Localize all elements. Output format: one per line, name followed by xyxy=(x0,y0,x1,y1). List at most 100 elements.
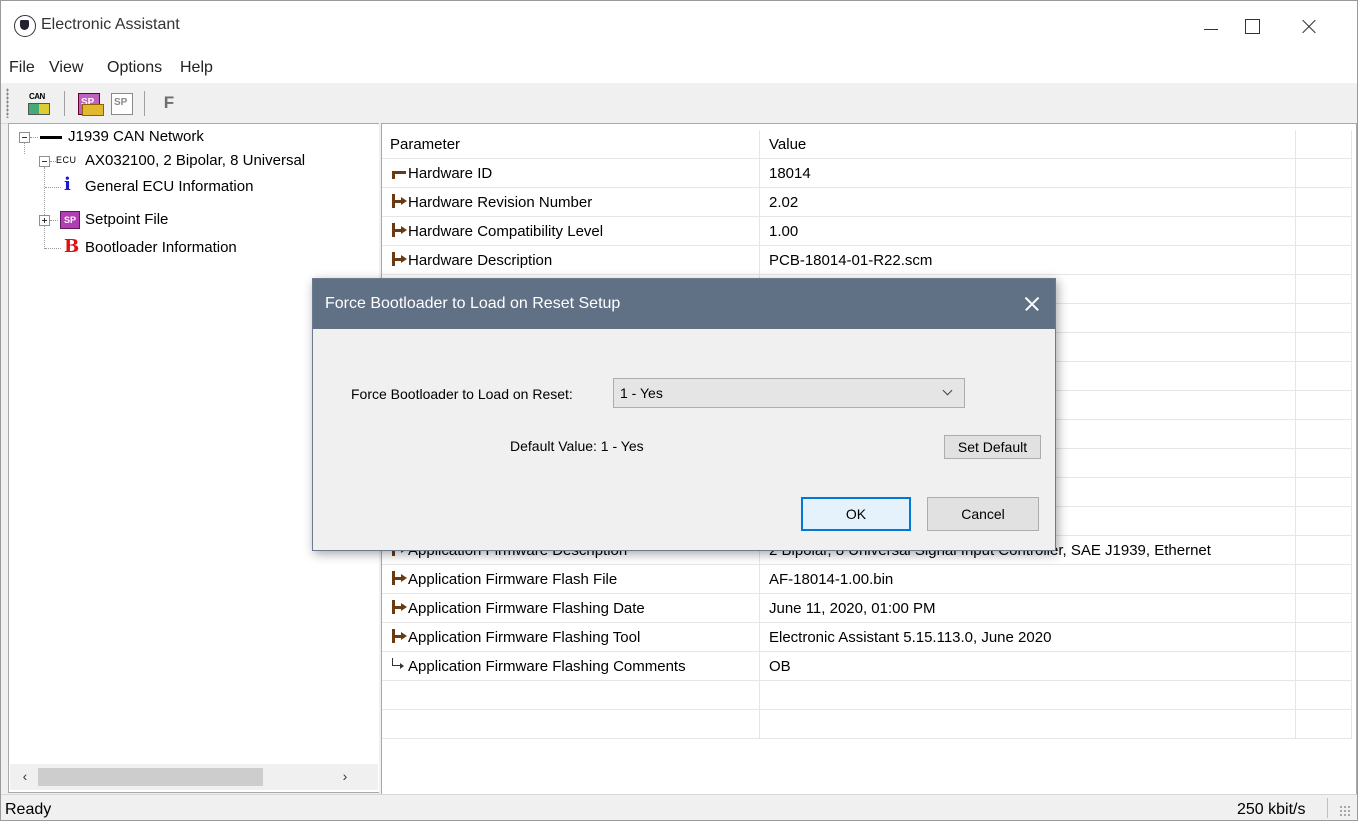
resize-grip[interactable] xyxy=(1339,805,1351,817)
dialog-close-icon[interactable] xyxy=(1019,291,1045,317)
open-setpoint-button[interactable]: SP xyxy=(76,90,104,116)
value-cell[interactable]: 2.02 xyxy=(759,187,1296,217)
tree-branch-icon xyxy=(390,165,407,179)
ok-button[interactable]: OK xyxy=(801,497,911,531)
tree-item-setpoint-file[interactable]: Setpoint File xyxy=(85,208,168,232)
default-value-text: Default Value: 1 - Yes xyxy=(510,438,644,454)
tree-item-bootloader-information[interactable]: Bootloader Information xyxy=(85,236,237,260)
tree-branch-icon xyxy=(390,222,407,237)
tree-branch-icon xyxy=(390,599,407,614)
table-row[interactable]: Application Firmware Flashing Date June 1… xyxy=(382,593,1352,623)
value-cell[interactable]: PCB-18014-01-R22.scm xyxy=(759,245,1296,275)
table-row[interactable]: Application Firmware Flashing Comments OB xyxy=(382,651,1352,681)
value-cell[interactable]: 18014 xyxy=(759,158,1296,188)
tree-branch-icon xyxy=(390,193,407,208)
flash-button[interactable]: F xyxy=(156,90,182,116)
toolbar-grip[interactable] xyxy=(6,88,9,118)
toolbar-separator xyxy=(144,91,145,116)
parameter-cell[interactable]: Hardware Compatibility Level xyxy=(382,216,760,246)
can-icon: CAN xyxy=(29,92,45,101)
value-cell[interactable]: Electronic Assistant 5.15.113.0, June 20… xyxy=(759,622,1296,652)
setpoint-file-icon: SP xyxy=(60,211,80,229)
parameter-cell[interactable]: Hardware ID xyxy=(382,158,760,188)
network-icon xyxy=(40,136,62,139)
force-bootloader-label: Force Bootloader to Load on Reset: xyxy=(351,386,573,402)
parameter-name: Application Firmware Flashing Tool xyxy=(408,628,641,646)
folder-icon xyxy=(82,104,104,116)
parameter-cell[interactable]: Hardware Description xyxy=(382,245,760,275)
grid-header-row: Parameter Value xyxy=(382,130,1352,159)
menu-options[interactable]: Options xyxy=(107,59,162,77)
window-title: Electronic Assistant xyxy=(41,16,180,33)
parameter-name: Application Firmware Flash File xyxy=(408,570,618,588)
selected-value: 1 - Yes xyxy=(620,385,663,401)
value-cell[interactable]: OB xyxy=(759,651,1296,681)
empty-row xyxy=(382,680,1352,710)
tree-branch-icon xyxy=(390,570,407,585)
chevron-down-icon xyxy=(942,385,953,396)
menu-help[interactable]: Help xyxy=(180,59,213,77)
tree-branch-icon xyxy=(390,251,407,266)
can-device-icon xyxy=(28,103,50,115)
cancel-button[interactable]: Cancel xyxy=(927,497,1039,531)
status-text: Ready xyxy=(5,801,52,818)
tree-node-ecu[interactable]: AX032100, 2 Bipolar, 8 Universal xyxy=(85,149,305,173)
table-row[interactable]: Application Firmware Flashing Tool Electr… xyxy=(382,622,1352,652)
table-row[interactable]: Hardware ID 18014 xyxy=(382,158,1352,188)
set-default-button[interactable]: Set Default xyxy=(944,435,1041,459)
tree-branch-icon xyxy=(390,628,407,643)
save-setpoint-button[interactable]: SP xyxy=(109,90,135,116)
bitrate-indicator: 250 kbit/s xyxy=(1237,801,1306,818)
minimize-button[interactable] xyxy=(1186,9,1236,45)
menu-view[interactable]: View xyxy=(49,59,83,77)
value-cell[interactable]: AF-18014-1.00.bin xyxy=(759,564,1296,594)
scroll-right-icon[interactable]: › xyxy=(338,769,352,783)
tree-node-network[interactable]: J1939 CAN Network xyxy=(68,125,204,149)
force-bootloader-dialog: Force Bootloader to Load on Reset Setup … xyxy=(312,278,1056,551)
force-bootloader-select[interactable]: 1 - Yes xyxy=(613,378,965,408)
app-icon xyxy=(14,15,36,37)
column-header-parameter[interactable]: Parameter xyxy=(382,130,760,159)
parameter-cell[interactable]: Application Firmware Flashing Comments xyxy=(382,651,760,681)
bootloader-icon: B xyxy=(64,236,80,257)
can-connect-button[interactable]: CAN xyxy=(26,90,52,116)
table-row[interactable]: Hardware Revision Number 2.02 xyxy=(382,187,1352,217)
table-row[interactable]: Hardware Compatibility Level 1.00 xyxy=(382,216,1352,246)
scroll-left-icon[interactable]: ‹ xyxy=(18,769,32,783)
expand-setpoint-toggle[interactable] xyxy=(39,215,50,226)
value-cell[interactable]: 1.00 xyxy=(759,216,1296,246)
parameter-cell[interactable]: Hardware Revision Number xyxy=(382,187,760,217)
collapse-ecu-toggle[interactable] xyxy=(39,156,50,167)
tree-branch-icon xyxy=(390,657,407,672)
toolbar: CAN SP SP F xyxy=(1,83,1357,124)
tree-item-general-ecu-information[interactable]: General ECU Information xyxy=(85,175,253,199)
parameter-name: Hardware Revision Number xyxy=(408,193,593,211)
column-header-value[interactable]: Value xyxy=(759,130,1296,159)
parameter-name: Hardware ID xyxy=(408,164,493,182)
parameter-name: Application Firmware Flashing Date xyxy=(408,599,645,617)
setpoint-save-icon: SP xyxy=(111,93,133,115)
table-row[interactable]: Hardware Description PCB-18014-01-R22.scm xyxy=(382,245,1352,275)
close-button[interactable] xyxy=(1282,9,1332,45)
status-bar: Ready 250 kbit/s xyxy=(1,794,1357,820)
dialog-title: Force Bootloader to Load on Reset Setup xyxy=(325,295,621,312)
scroll-thumb[interactable] xyxy=(38,768,263,786)
toolbar-separator xyxy=(64,91,65,116)
title-bar[interactable]: Electronic Assistant xyxy=(1,1,1357,53)
maximize-button[interactable] xyxy=(1231,9,1281,45)
value-cell[interactable]: June 11, 2020, 01:00 PM xyxy=(759,593,1296,623)
parameter-cell[interactable]: Application Firmware Flash File xyxy=(382,564,760,594)
dialog-title-bar[interactable]: Force Bootloader to Load on Reset Setup xyxy=(313,279,1055,329)
table-row[interactable]: Application Firmware Flash File AF-18014-… xyxy=(382,564,1352,594)
parameter-name: Application Firmware Flashing Comments xyxy=(408,657,686,675)
parameter-name: Hardware Compatibility Level xyxy=(408,222,604,240)
collapse-network-toggle[interactable] xyxy=(19,132,30,143)
ecu-icon: ECU xyxy=(56,155,77,165)
parameter-cell[interactable]: Application Firmware Flashing Tool xyxy=(382,622,760,652)
menu-file[interactable]: File xyxy=(9,59,35,77)
parameter-cell[interactable]: Application Firmware Flashing Date xyxy=(382,593,760,623)
parameter-name: Hardware Description xyxy=(408,251,553,269)
menu-bar: File View Options Help xyxy=(1,53,1357,83)
tree-horizontal-scrollbar[interactable]: ‹ › xyxy=(10,764,378,790)
empty-row xyxy=(382,709,1352,739)
